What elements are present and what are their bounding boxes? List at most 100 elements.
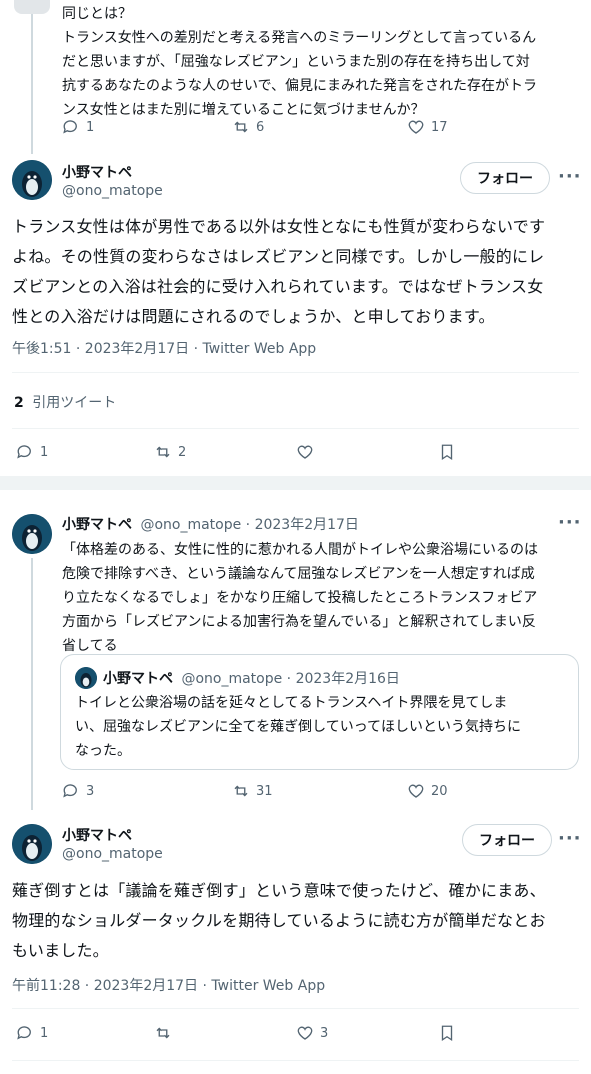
follow-button[interactable]: フォロー [460, 162, 550, 194]
quote-count: 2 [14, 395, 24, 411]
bookmark-icon [441, 1025, 453, 1042]
quoted-header: 小野マトペ @ono_matope · 2023年2月16日 [103, 668, 400, 688]
retweet-icon [234, 785, 248, 797]
heart-icon [408, 120, 424, 134]
timestamp[interactable]: 午前11:28 · 2023年2月17日 · Twitter Web App [12, 975, 325, 995]
display-name: 小野マトペ [103, 671, 173, 687]
user-handle[interactable]: @ono_matope [62, 183, 163, 199]
reply-button[interactable]: 1 [16, 1024, 48, 1042]
follow-button[interactable]: フォロー [462, 824, 552, 856]
reply-button[interactable]: 3 [62, 782, 94, 800]
reply-count: 3 [86, 783, 95, 799]
tweet-body: 薙ぎ倒すとは「議論を薙ぎ倒す」という意味で使ったけど、確かにまあ、 物理的なショ… [12, 876, 582, 966]
like-button[interactable]: 17 [407, 118, 448, 136]
tweet-body: トランス女性は体が男性である以外は女性となにも性質が変わらないです よね。その性… [12, 212, 582, 332]
second-tweet-actions: 1 3 [16, 1024, 576, 1046]
top-reply-avatar[interactable] [14, 0, 50, 14]
user-handle[interactable]: @ono_matope [62, 846, 163, 862]
bookmark-button[interactable] [438, 443, 456, 461]
reply-count: 1 [86, 119, 95, 135]
reply-icon [63, 120, 77, 134]
more-options-icon[interactable]: ··· [558, 828, 582, 849]
tweet-text: 「体格差のある、女性に性的に惹かれる人間がトイレや公衆浴場にいるのは 危険で排除… [62, 538, 582, 658]
divider [12, 428, 579, 429]
penguin-avatar-icon [12, 160, 52, 200]
thread-line [31, 14, 33, 154]
text-line: もいました。 [12, 941, 109, 960]
display-name[interactable]: 小野マトペ [62, 825, 132, 845]
like-button[interactable]: 20 [407, 782, 448, 800]
retweet-icon [234, 121, 248, 133]
retweet-button[interactable]: 31 [232, 782, 273, 800]
text-line: り立たなくなるでしょ」をかなり圧縮して投稿したところトランスフォビア [62, 590, 538, 606]
divider [12, 1060, 579, 1061]
avatar [75, 667, 97, 689]
reply-button[interactable]: 1 [62, 118, 94, 136]
text-line: なった。 [75, 743, 131, 759]
handle-date[interactable]: @ono_matope · 2023年2月17日 [140, 517, 358, 533]
section-separator [0, 476, 591, 490]
top-reply-actions: 1 6 17 [62, 118, 562, 140]
heart-icon [297, 1026, 313, 1040]
more-options-icon[interactable]: ··· [558, 512, 582, 533]
main-tweet-actions: 1 2 [16, 443, 576, 465]
penguin-avatar-icon [75, 667, 97, 689]
text-line: トランス女性への差別だと考える発言へのミラーリングとして言っているん [62, 30, 537, 46]
text-line: い、屈強なレズビアンに全てを薙ぎ倒していってほしいという気持ちに [75, 719, 522, 735]
timestamp[interactable]: 午後1:51 · 2023年2月17日 · Twitter Web App [12, 338, 316, 358]
retweet-icon [156, 446, 170, 458]
text-line: 「体格差のある、女性に性的に惹かれる人間がトイレや公衆浴場にいるのは [62, 542, 538, 558]
text-line: トイレと公衆浴場の話を延々としてるトランスヘイト界隈を見てしま [75, 695, 508, 711]
display-name[interactable]: 小野マトペ [62, 517, 132, 533]
divider [12, 1008, 579, 1009]
like-count: 20 [431, 783, 448, 799]
text-line: 物理的なショルダータックルを期待しているように読む方が簡単だなとお [12, 911, 546, 930]
reply-icon [17, 1026, 31, 1040]
more-options-icon[interactable]: ··· [558, 166, 582, 187]
quoted-tweet[interactable]: 小野マトペ @ono_matope · 2023年2月16日 トイレと公衆浴場の… [60, 654, 579, 770]
avatar[interactable] [12, 160, 52, 200]
bookmark-icon [441, 444, 453, 461]
bookmark-button[interactable] [438, 1024, 456, 1042]
retweet-count: 6 [256, 119, 265, 135]
retweet-icon [156, 1027, 170, 1039]
display-name[interactable]: 小野マトペ [62, 162, 132, 182]
reply-count: 1 [40, 444, 49, 460]
text-line: 同じとは？ [62, 6, 132, 22]
divider [12, 372, 579, 373]
avatar[interactable] [12, 824, 52, 864]
thread-tweet-actions: 3 31 20 [62, 782, 562, 804]
like-button[interactable]: 3 [296, 1024, 328, 1042]
text-line: 薙ぎ倒すとは「議論を薙ぎ倒す」という意味で使ったけど、確かにまあ、 [12, 881, 546, 900]
top-reply-text: 同じとは？ トランス女性への差別だと考える発言へのミラーリングとして言っているん… [62, 2, 582, 122]
retweet-count: 31 [256, 783, 273, 799]
retweet-button[interactable]: 2 [154, 443, 186, 461]
text-line: だと思いますが、「屈強なレズビアン」というまた別の存在を持ち出して対 [62, 54, 530, 70]
like-count: 3 [320, 1025, 329, 1041]
text-line: よね。その性質の変わらなさはレズビアンと同様です。しかし一般的にレ [12, 247, 545, 266]
penguin-avatar-icon [12, 514, 52, 554]
text-line: 抗するあなたのような人のせいで、偏見にまみれた発言をされた存在がトラ [62, 78, 538, 94]
quoted-text: トイレと公衆浴場の話を延々としてるトランスヘイト界隈を見てしま い、屈強なレズビ… [75, 691, 570, 763]
like-count: 17 [431, 119, 448, 135]
reply-count: 1 [40, 1025, 49, 1041]
quote-tweets-link[interactable]: 2 引用ツイート [14, 392, 116, 412]
tweet-header: 小野マトペ @ono_matope · 2023年2月17日 [62, 514, 359, 534]
retweet-button[interactable] [154, 1024, 172, 1042]
text-line: ズビアンとの入浴は社会的に受け入れられています。ではなぜトランス女 [12, 277, 544, 296]
text-line: 方面から「レズビアンによる加害行為を望んでいる」と解釈されてしまい反 [62, 614, 536, 630]
retweet-button[interactable]: 6 [232, 118, 264, 136]
reply-icon [17, 445, 31, 459]
text-line: トランス女性は体が男性である以外は女性となにも性質が変わらないです [12, 217, 546, 236]
thread-line [31, 558, 33, 810]
handle-date: @ono_matope · 2023年2月16日 [181, 671, 400, 687]
text-line: 危険で排除すべき、という議論なんて屈強なレズビアンを一人想定すれば成 [62, 566, 535, 582]
reply-icon [63, 784, 77, 798]
text-line: 性との入浴だけは問題にされるのでしょうか、と申しております。 [12, 307, 495, 326]
like-button[interactable] [296, 443, 314, 461]
penguin-avatar-icon [12, 824, 52, 864]
heart-icon [408, 784, 424, 798]
reply-button[interactable]: 1 [16, 443, 48, 461]
retweet-count: 2 [178, 444, 187, 460]
avatar[interactable] [12, 514, 52, 554]
